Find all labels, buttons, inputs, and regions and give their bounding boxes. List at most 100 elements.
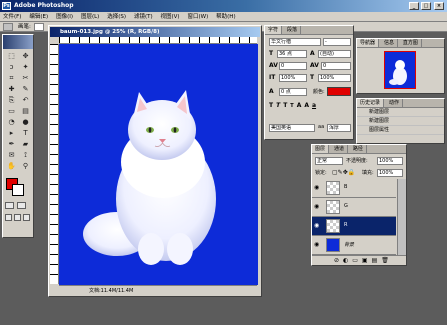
text-color-swatch[interactable] (327, 87, 351, 96)
tab-character[interactable]: 字符 (265, 26, 283, 34)
tracking-field[interactable]: 0 (321, 62, 351, 70)
font-size-icon: T (269, 50, 274, 57)
tab-paragraph[interactable]: 段落 (284, 26, 301, 34)
eraser-icon[interactable]: ▭ (5, 106, 18, 116)
menu-window[interactable]: 窗口(W) (185, 12, 212, 22)
subscript-icon[interactable]: A (304, 102, 309, 110)
dodge-icon[interactable]: ● (19, 117, 32, 127)
font-style-select[interactable]: - (323, 38, 351, 46)
tab-history[interactable]: 历史记录 (357, 99, 385, 107)
layer-row-selected[interactable]: ◉ R (312, 217, 396, 236)
app-title: Adobe Photoshop (14, 2, 74, 9)
eye-icon[interactable]: ◉ (314, 203, 322, 211)
tab-navigator[interactable]: 导航器 (357, 39, 380, 47)
tab-histogram[interactable]: 直方图 (400, 39, 422, 47)
minimize-button[interactable]: _ (409, 2, 419, 10)
layers-footer-buttons[interactable]: ⊘◐▭▣▤🗑 (312, 255, 406, 265)
menu-select[interactable]: 选择(S) (104, 12, 129, 22)
menu-image[interactable]: 图像(I) (53, 12, 76, 22)
close-button[interactable]: × (434, 2, 444, 10)
eye-icon[interactable]: ◉ (314, 241, 322, 249)
eyedropper-icon[interactable]: ⟟ (19, 150, 32, 160)
opacity-label: 不透明度: (346, 158, 368, 164)
tool-preset-picker[interactable] (3, 23, 13, 31)
menu-view[interactable]: 视图(V) (158, 12, 183, 22)
layer-row[interactable]: ◉ B (312, 179, 396, 198)
stamp-icon[interactable]: ⎘ (5, 95, 18, 105)
leading-field[interactable]: (自动) (318, 50, 351, 58)
menu-filter[interactable]: 滤镜(T) (131, 12, 156, 22)
blur-icon[interactable]: ◔ (5, 117, 18, 127)
heal-icon[interactable]: ✚ (5, 84, 18, 94)
layer-row[interactable]: ◉ G (312, 198, 396, 217)
horizontal-ruler[interactable] (59, 37, 257, 44)
photoshop-app-icon: Ps (2, 2, 11, 10)
font-size-field[interactable]: 36 点 (277, 50, 307, 58)
eye-icon[interactable]: ◉ (314, 222, 322, 230)
move-icon[interactable]: ✥ (19, 51, 32, 61)
hand-icon[interactable]: ✋ (5, 161, 18, 171)
all-caps-icon[interactable]: T (283, 102, 287, 110)
brush-picker[interactable] (34, 23, 44, 31)
screen-mode-full-button[interactable] (23, 214, 30, 221)
document-title: baum-013.jpg @ 25% (R, RGB/8) (60, 29, 160, 35)
tab-actions[interactable]: 动作 (386, 99, 403, 107)
font-family-select[interactable]: 华文行楷 (269, 38, 321, 46)
vertical-scale-field[interactable]: 100% (279, 74, 307, 82)
menu-help[interactable]: 帮助(H) (213, 12, 238, 22)
faux-italic-icon[interactable]: T (276, 102, 280, 110)
wand-icon[interactable]: ✦ (19, 62, 32, 72)
lock-label: 锁定: (315, 170, 327, 176)
eye-icon[interactable]: ◉ (314, 184, 322, 192)
menu-edit[interactable]: 编辑(E) (26, 12, 51, 22)
tab-info[interactable]: 信息 (381, 39, 398, 47)
image-canvas[interactable] (59, 44, 258, 285)
gradient-icon[interactable]: ▤ (19, 106, 32, 116)
kerning-field[interactable]: 0 (279, 62, 307, 70)
crop-icon[interactable]: ⌗ (5, 73, 18, 83)
document-title-bar[interactable]: baum-013.jpg @ 25% (R, RGB/8) (50, 27, 260, 37)
path-select-icon[interactable]: ▸ (5, 128, 18, 138)
history-item[interactable]: 新建图层 (357, 117, 444, 126)
standard-mode-button[interactable] (5, 202, 14, 209)
tab-paths[interactable]: 路径 (350, 145, 367, 153)
brush-icon[interactable]: ✎ (19, 84, 32, 94)
quick-mask-button[interactable] (17, 202, 26, 209)
fill-field[interactable]: 100% (377, 169, 403, 177)
tab-channels[interactable]: 通道 (331, 145, 348, 153)
lock-icons[interactable]: ▢✎✥🔒 (332, 169, 355, 177)
menu-layer[interactable]: 图层(L) (78, 12, 102, 22)
screen-mode-standard-button[interactable] (5, 214, 12, 221)
navigator-thumbnail[interactable] (384, 51, 416, 89)
layer-row[interactable]: ◉ 背景 (312, 236, 396, 255)
superscript-icon[interactable]: A (297, 102, 302, 110)
history-item[interactable]: 新建图层 (357, 108, 444, 117)
notes-icon[interactable]: ✉ (5, 150, 18, 160)
background-color-swatch[interactable] (12, 184, 24, 196)
underline-icon[interactable]: a (312, 102, 316, 110)
type-icon[interactable]: T (19, 128, 32, 138)
pen-icon[interactable]: ✒ (5, 139, 18, 149)
small-caps-icon[interactable]: T (290, 102, 293, 110)
lasso-icon[interactable]: ↄ (5, 62, 18, 72)
faux-bold-icon[interactable]: T (269, 102, 273, 110)
layer-name: G (344, 203, 348, 209)
language-select[interactable]: 美国英语 (269, 124, 315, 132)
horizontal-scale-field[interactable]: 100% (318, 74, 351, 82)
blend-mode-select[interactable]: 正常 (315, 157, 343, 165)
layers-scrollbar[interactable] (397, 179, 406, 255)
maximize-button[interactable]: □ (421, 2, 431, 10)
screen-mode-full-menu-button[interactable] (14, 214, 21, 221)
antialias-select[interactable]: 浑厚 (327, 124, 351, 132)
slice-icon[interactable]: ✂ (19, 73, 32, 83)
marquee-icon[interactable]: ⬚ (5, 51, 18, 61)
history-item[interactable]: 图层属性 (357, 126, 444, 135)
history-brush-icon[interactable]: ↶ (19, 95, 32, 105)
shape-icon[interactable]: ▰ (19, 139, 32, 149)
vertical-ruler[interactable] (50, 44, 59, 284)
tab-layers[interactable]: 图层 (312, 145, 330, 153)
zoom-icon[interactable]: ⚲ (19, 161, 32, 171)
baseline-shift-field[interactable]: 0 点 (279, 88, 307, 96)
opacity-field[interactable]: 100% (377, 157, 403, 165)
menu-file[interactable]: 文件(F) (0, 12, 24, 22)
